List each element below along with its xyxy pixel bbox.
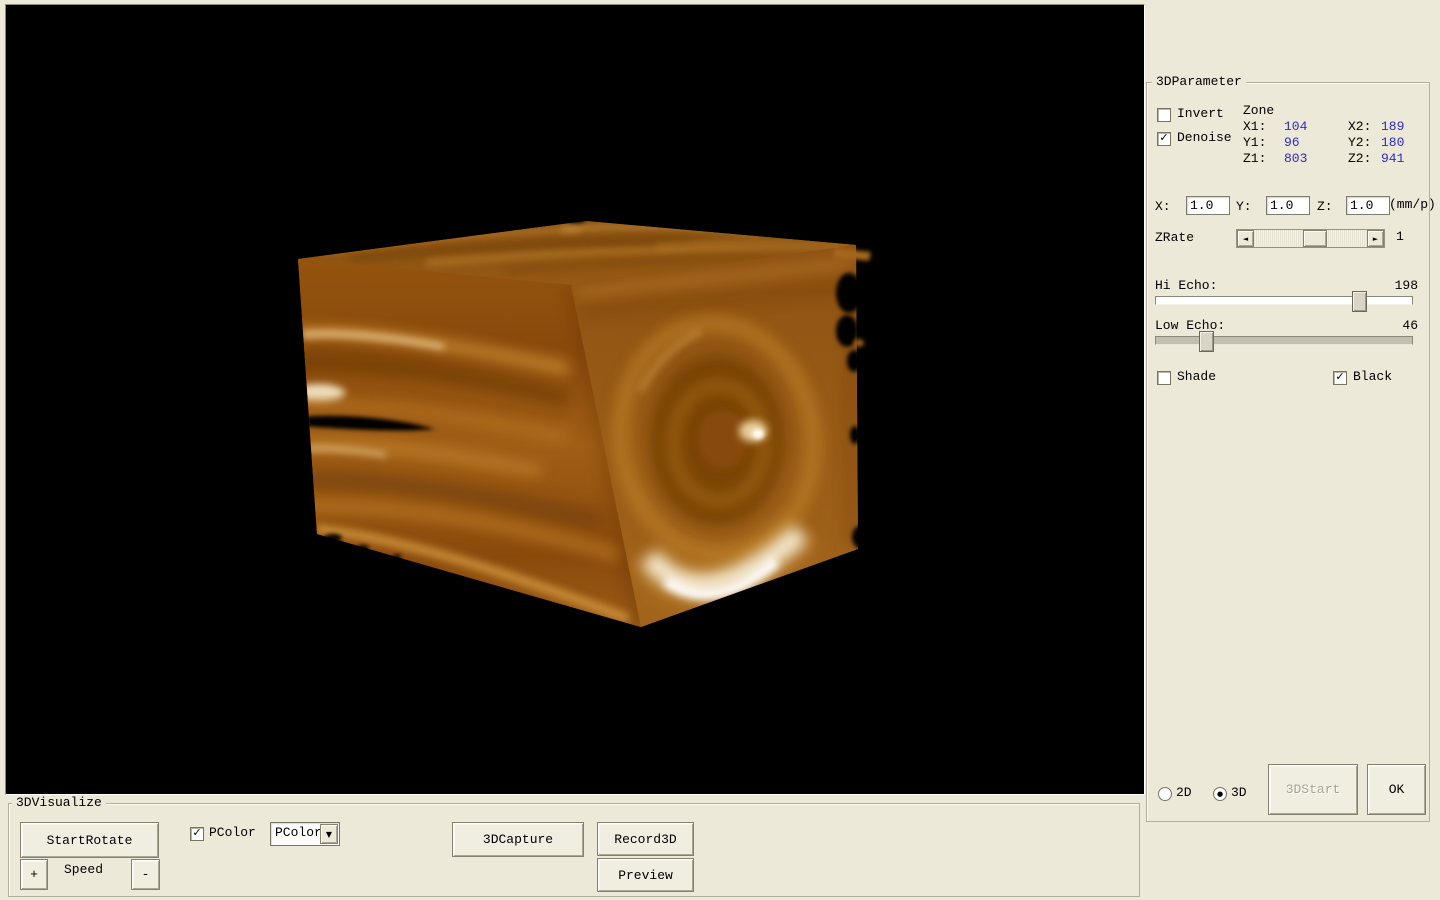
volume-render[interactable] <box>6 5 1144 794</box>
left-arrow-icon: ◄ <box>1243 235 1248 243</box>
down-arrow-icon: ▼ <box>326 830 332 839</box>
invert-label: Invert <box>1177 106 1224 121</box>
zrate-label: ZRate <box>1155 230 1194 245</box>
shade-label: Shade <box>1177 369 1216 384</box>
visualize-group-title: 3DVisualize <box>12 796 106 810</box>
zone-z2-value: 941 <box>1381 151 1404 166</box>
ok-button-label: OK <box>1389 782 1405 797</box>
mode-2d-label: 2D <box>1176 785 1192 800</box>
mode-3d-radio[interactable]: ● <box>1213 787 1227 801</box>
start-3d-button[interactable]: 3DStart <box>1268 764 1358 815</box>
zrate-value: 1 <box>1396 229 1404 244</box>
x-scale-label: X: <box>1155 199 1171 214</box>
volume-viewport[interactable] <box>5 4 1145 795</box>
start-rotate-button[interactable]: StartRotate <box>20 822 159 858</box>
shade-checkbox[interactable] <box>1157 371 1171 385</box>
pcolor-dropdown[interactable]: PColor ▼ <box>270 822 340 846</box>
scroll-left-arrow-icon[interactable]: ◄ <box>1237 230 1254 247</box>
zone-z2-label: Z2: <box>1348 151 1371 166</box>
zone-y1-value: 96 <box>1284 135 1300 150</box>
capture-3d-button-label: 3DCapture <box>483 832 553 847</box>
invert-checkbox[interactable] <box>1157 108 1171 122</box>
zone-z1-label: Z1: <box>1243 151 1266 166</box>
mode-3d-label: 3D <box>1231 785 1247 800</box>
speed-plus-button[interactable]: + <box>20 859 48 890</box>
hi-echo-slider-thumb[interactable] <box>1352 291 1367 312</box>
zone-x2-label: X2: <box>1348 119 1371 134</box>
preview-button-label: Preview <box>618 868 673 883</box>
check-icon: ✓ <box>1335 372 1344 382</box>
parameter-groupbox <box>1146 82 1430 822</box>
record-3d-button[interactable]: Record3D <box>597 822 694 856</box>
zone-y2-value: 180 <box>1381 135 1404 150</box>
low-echo-slider-track[interactable] <box>1155 336 1413 345</box>
zone-y2-label: Y2: <box>1348 135 1371 150</box>
start-rotate-button-label: StartRotate <box>47 833 133 848</box>
denoise-label: Denoise <box>1177 130 1232 145</box>
chevron-down-icon[interactable]: ▼ <box>320 824 338 844</box>
check-icon: ✓ <box>1159 133 1168 143</box>
hi-echo-value: 198 <box>1390 278 1418 293</box>
y-scale-label: Y: <box>1236 199 1252 214</box>
parameter-group-title: 3DParameter <box>1152 75 1246 89</box>
application-window: 3DParameter Invert ✓ Denoise Zone X1: 10… <box>0 0 1440 900</box>
zone-y1-label: Y1: <box>1243 135 1266 150</box>
pcolor-dropdown-value: PColor <box>275 825 322 840</box>
radio-dot-icon: ● <box>1217 791 1223 798</box>
y-scale-input[interactable] <box>1266 196 1310 215</box>
zone-x1-label: X1: <box>1243 119 1266 134</box>
right-arrow-icon: ► <box>1373 235 1378 243</box>
low-echo-value: 46 <box>1390 318 1418 333</box>
hi-echo-label: Hi Echo: <box>1155 278 1217 293</box>
plus-icon: + <box>30 867 38 882</box>
pcolor-label: PColor <box>209 825 256 840</box>
zrate-scrollbar[interactable]: ◄ ► <box>1236 229 1385 248</box>
low-echo-label: Low Echo: <box>1155 318 1225 333</box>
speed-minus-button[interactable]: - <box>131 859 160 890</box>
z-scale-input[interactable] <box>1346 196 1390 215</box>
zone-x1-value: 104 <box>1284 119 1307 134</box>
z-scale-label: Z: <box>1317 199 1333 214</box>
preview-button[interactable]: Preview <box>597 858 694 892</box>
start-3d-button-label: 3DStart <box>1286 782 1341 797</box>
low-echo-slider-thumb[interactable] <box>1199 331 1214 352</box>
check-icon: ✓ <box>192 828 201 838</box>
zone-title: Zone <box>1243 103 1274 118</box>
ok-button[interactable]: OK <box>1367 764 1426 815</box>
denoise-checkbox[interactable]: ✓ <box>1157 132 1171 146</box>
speed-label: Speed <box>64 862 103 877</box>
capture-3d-button[interactable]: 3DCapture <box>452 822 584 857</box>
pcolor-checkbox[interactable]: ✓ <box>190 827 204 841</box>
hi-echo-slider-track[interactable] <box>1155 296 1413 305</box>
black-checkbox[interactable]: ✓ <box>1333 371 1347 385</box>
zone-z1-value: 803 <box>1284 151 1307 166</box>
zrate-scrollbar-thumb[interactable] <box>1303 230 1327 247</box>
black-label: Black <box>1353 369 1392 384</box>
scale-unit-label: (mm/p) <box>1389 197 1436 212</box>
mode-2d-radio[interactable] <box>1158 787 1172 801</box>
zone-x2-value: 189 <box>1381 119 1404 134</box>
x-scale-input[interactable] <box>1186 196 1230 215</box>
record-3d-button-label: Record3D <box>614 832 676 847</box>
minus-icon: - <box>142 867 150 882</box>
scroll-right-arrow-icon[interactable]: ► <box>1367 230 1384 247</box>
